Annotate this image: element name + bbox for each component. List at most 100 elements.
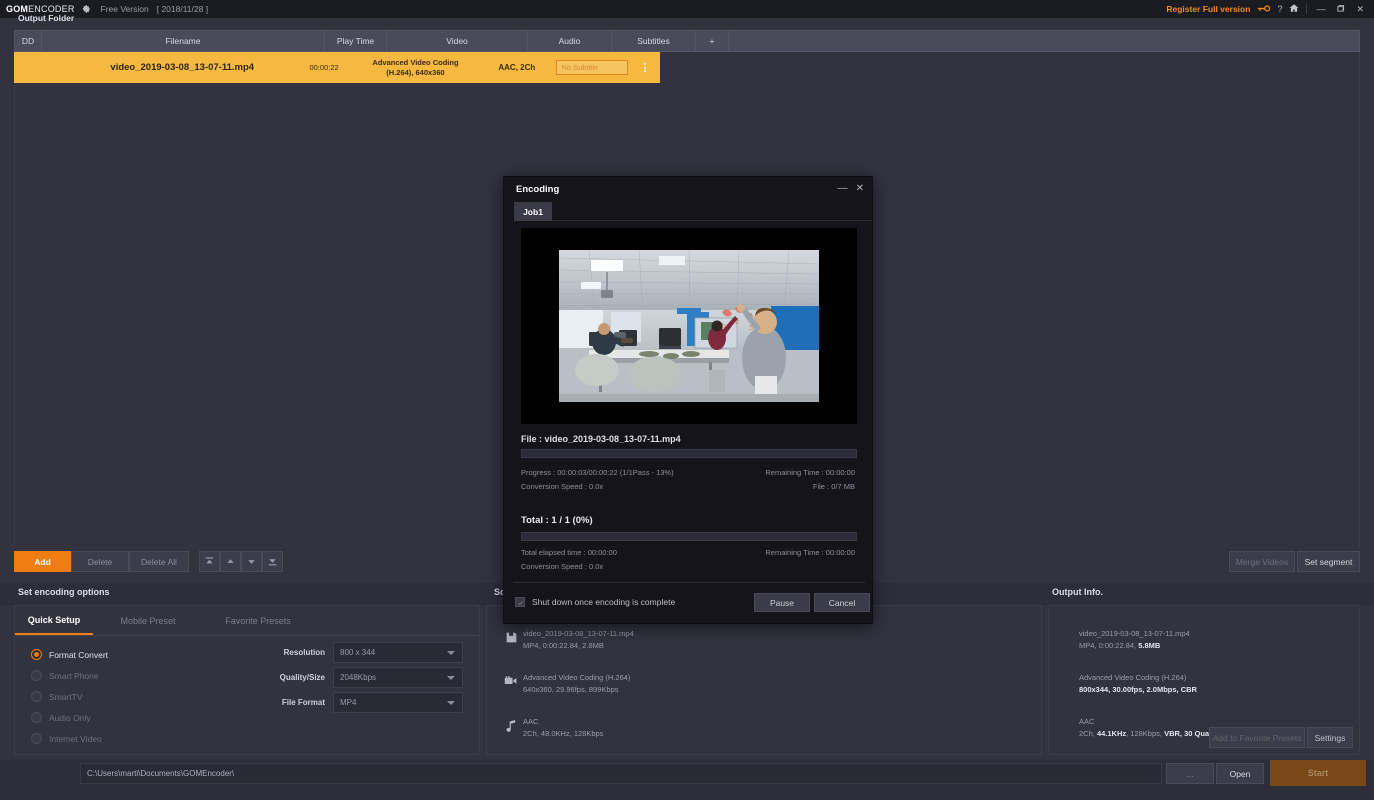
merge-videos-button[interactable]: Merge Videos: [1229, 551, 1295, 572]
pause-button[interactable]: Pause: [754, 593, 810, 612]
row-drag-handle[interactable]: [14, 52, 38, 83]
file-format-select[interactable]: MP4: [333, 692, 463, 713]
source-audio-detail: 2Ch, 48.0KHz, 128Kbps: [523, 728, 604, 738]
column-header-filename[interactable]: Filename: [42, 31, 325, 51]
gear-icon[interactable]: [81, 4, 91, 14]
column-header-audio[interactable]: Audio: [528, 31, 612, 51]
delete-all-button[interactable]: Delete All: [129, 551, 189, 572]
column-header-video[interactable]: Video: [387, 31, 528, 51]
gom-encoder-window: GOMENCODER Free Version [ 2018/11/28 ] R…: [0, 0, 1374, 800]
file-list-header: DD Filename Play Time Video Audio Subtit…: [14, 30, 1360, 52]
dialog-tabstrip: [552, 202, 872, 221]
move-to-bottom-icon[interactable]: [262, 551, 283, 572]
resolution-label: Resolution: [283, 648, 325, 657]
output-audio-p1: 2Ch,: [1079, 728, 1097, 738]
output-audio-text: AAC 2Ch, 44.1KHz, 128Kbps, VBR, 30 Quali…: [1079, 716, 1220, 739]
encoding-options-panel: Quick Setup Mobile Preset Favorite Prese…: [14, 605, 480, 755]
source-video-detail: 640x360, 29.96fps, 899Kbps: [523, 684, 619, 694]
close-button[interactable]: ✕: [1354, 4, 1366, 15]
total-elapsed-time: Total elapsed time : 00:00:00: [521, 548, 617, 557]
move-up-icon[interactable]: [220, 551, 241, 572]
browse-folder-button[interactable]: ...: [1166, 763, 1214, 784]
output-audio-row: AAC 2Ch, 44.1KHz, 128Kbps, VBR, 30 Quali…: [1055, 716, 1220, 760]
column-header-dd[interactable]: DD: [15, 31, 42, 51]
tab-mobile-preset[interactable]: Mobile Preset: [93, 606, 203, 635]
help-icon[interactable]: ?: [1277, 4, 1282, 14]
output-audio-p2: , 128Kbps,: [1126, 728, 1165, 738]
radio-format-convert[interactable]: Format Convert: [31, 644, 108, 665]
move-down-icon[interactable]: [241, 551, 262, 572]
open-folder-button[interactable]: Open: [1216, 763, 1264, 784]
row-video-info: Advanced Video Coding (H.264), 640x360: [352, 52, 479, 83]
radio-dot: [31, 691, 42, 702]
tab-quick-setup[interactable]: Quick Setup: [15, 606, 93, 635]
source-video-row: Advanced Video Coding (H.264) 640x360, 2…: [499, 672, 634, 716]
radio-smart-phone[interactable]: Smart Phone: [31, 665, 108, 686]
source-audio-text: AAC 2Ch, 48.0KHz, 128Kbps: [523, 716, 603, 739]
video-preview: 3b25: [521, 228, 857, 424]
subtitle-input[interactable]: No Subtitle: [556, 60, 629, 75]
output-folder-input[interactable]: C:\Users\marti\Documents\GOMEncoder\: [80, 763, 1162, 784]
quality-size-select[interactable]: 2048Kbps: [333, 667, 463, 688]
move-to-top-icon[interactable]: [199, 551, 220, 572]
job-progress-text: Progress : 00:00:03/00:00:22 (1/1Pass - …: [521, 468, 674, 477]
column-header-subtitles[interactable]: Subtitles: [612, 31, 696, 51]
encoding-fields: Resolution 800 x 344 Quality/Size 2048Kb…: [267, 642, 463, 717]
row-subtitle-cell[interactable]: No Subtitle: [555, 52, 631, 83]
video-preview-frame: 3b25: [559, 250, 819, 402]
radio-dot: [31, 649, 42, 660]
radio-smart-tv[interactable]: SmartTV: [31, 686, 108, 707]
maximize-button[interactable]: [1334, 4, 1347, 15]
column-header-play-time[interactable]: Play Time: [325, 31, 387, 51]
key-icon[interactable]: [1257, 0, 1271, 18]
chevron-down-icon: [447, 676, 455, 680]
radio-dot: [31, 670, 42, 681]
tab-favorite-presets[interactable]: Favorite Presets: [203, 606, 313, 635]
radio-label: Smart Phone: [49, 670, 99, 681]
column-header-add[interactable]: +: [696, 31, 729, 51]
delete-button[interactable]: Delete: [71, 551, 129, 572]
radio-dot: [31, 733, 42, 744]
video-camera-icon: [499, 672, 523, 686]
output-audio-codec: AAC: [1079, 717, 1095, 726]
save-file-icon: [499, 628, 523, 644]
list-toolbar-right: Merge Videos Set segment: [1229, 551, 1360, 572]
add-to-favorite-presets-button[interactable]: Add to Favorite Presets: [1209, 727, 1305, 748]
output-info-title: Output Info.: [1052, 587, 1103, 597]
source-file-text: video_2019-03-08_13-07-11.mp4 MP4, 0:00:…: [523, 628, 634, 651]
shutdown-label: Shut down once encoding is complete: [532, 597, 676, 607]
field-file-format: File Format MP4: [267, 692, 463, 713]
output-video-detail: 800x344, 30.00fps, 2.0Mbps, CBR: [1079, 684, 1197, 696]
quality-size-label: Quality/Size: [279, 673, 325, 682]
radio-internet-video[interactable]: Internet Video: [31, 728, 108, 749]
dialog-file-label: File : video_2019-03-08_13-07-11.mp4: [521, 434, 681, 444]
shutdown-checkbox[interactable]: [515, 597, 525, 607]
resolution-select[interactable]: 800 x 344: [333, 642, 463, 663]
dialog-close-button[interactable]: ✕: [856, 183, 864, 194]
register-full-version-link[interactable]: Register Full version: [1166, 4, 1250, 14]
tab-job1[interactable]: Job1: [514, 202, 552, 221]
add-button[interactable]: Add: [14, 551, 71, 572]
field-resolution: Resolution 800 x 344: [267, 642, 463, 663]
row-video-codec: Advanced Video Coding: [372, 58, 459, 68]
set-segment-button[interactable]: Set segment: [1297, 551, 1360, 572]
file-format-value: MP4: [340, 698, 357, 707]
output-spacer-icon: [1055, 672, 1079, 675]
row-menu-button[interactable]: [630, 52, 660, 83]
chevron-down-icon: [447, 651, 455, 655]
output-video-text: Advanced Video Coding (H.264) 800x344, 3…: [1079, 672, 1197, 695]
output-file-size: 5.8MB: [1138, 640, 1161, 650]
table-row[interactable]: video_2019-03-08_13-07-11.mp4 00:00:22 A…: [14, 52, 660, 83]
dialog-minimize-button[interactable]: —: [838, 183, 848, 194]
home-icon[interactable]: [1289, 3, 1299, 15]
encoding-dialog[interactable]: Encoding — ✕ Job1 2 5 File: video_2019-…: [503, 176, 873, 624]
settings-button[interactable]: Settings: [1307, 727, 1353, 748]
cancel-button[interactable]: Cancel: [814, 593, 870, 612]
minimize-button[interactable]: —: [1314, 4, 1327, 14]
start-button[interactable]: Start: [1270, 760, 1366, 786]
job-conversion-speed: Conversion Speed : 0.0x: [521, 482, 604, 491]
radio-audio-only[interactable]: Audio Only: [31, 707, 108, 728]
shutdown-checkbox-row[interactable]: Shut down once encoding is complete: [515, 597, 675, 607]
output-panel-buttons: Add to Favorite Presets Settings: [1209, 727, 1353, 748]
dialog-divider: [513, 582, 865, 583]
